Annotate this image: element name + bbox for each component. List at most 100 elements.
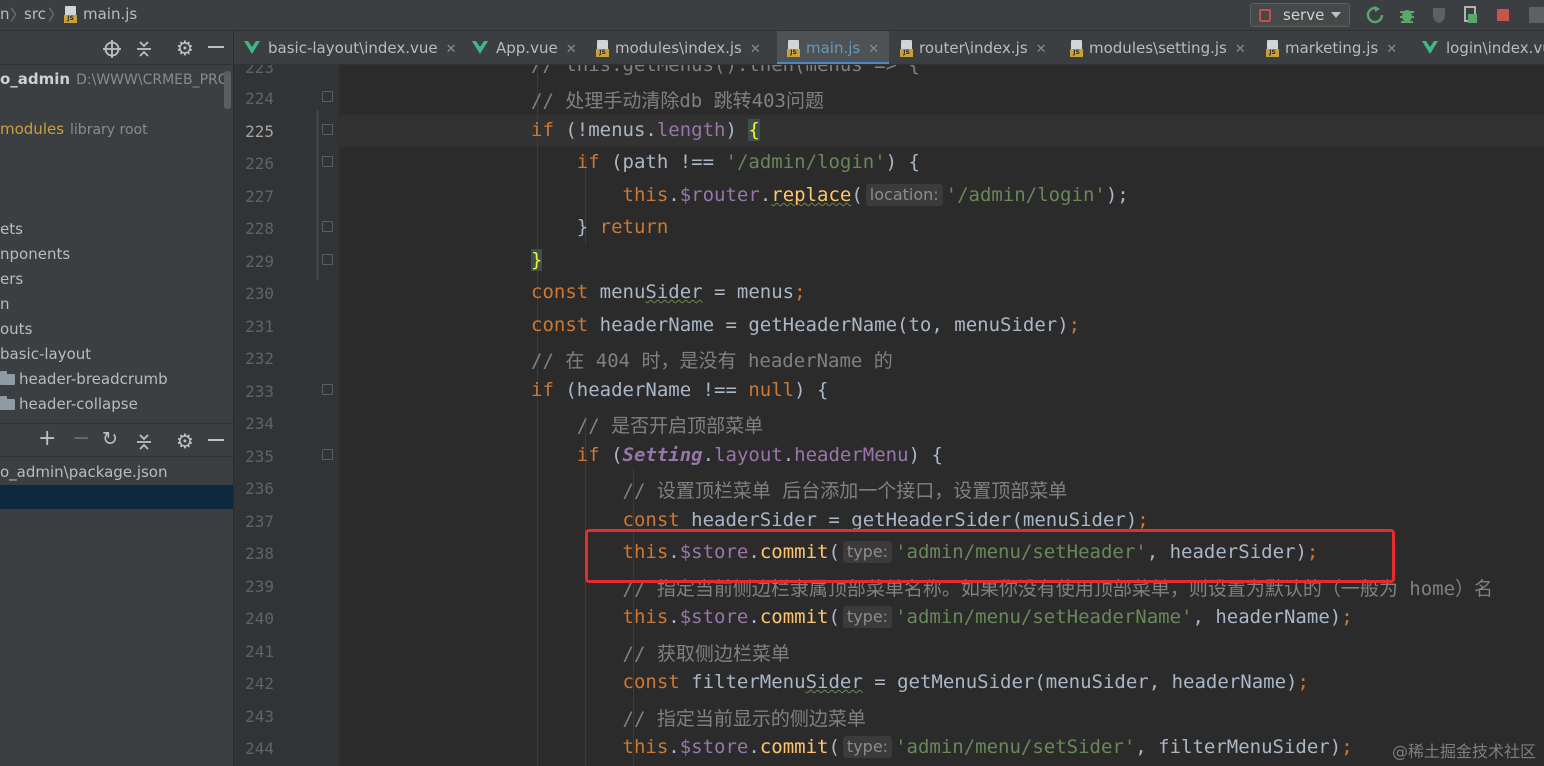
- npm-package-item[interactable]: o_admin\package.json: [0, 463, 168, 481]
- line-number: 242: [245, 674, 274, 693]
- code-line-225: if (!menus.length) {: [531, 119, 760, 141]
- line-number: 239: [245, 577, 274, 596]
- code-comment: // 是否开启顶部菜单: [576, 415, 764, 437]
- selected-row[interactable]: [0, 485, 233, 509]
- tree-item[interactable]: nponents: [0, 245, 70, 263]
- parameter-hint: type:: [842, 606, 893, 628]
- project-scrollbar[interactable]: [224, 71, 231, 109]
- run-config-select[interactable]: serve: [1250, 3, 1350, 27]
- line-number: 233: [245, 382, 274, 401]
- tab-router-index-js[interactable]: JS router\index.js ✕: [890, 31, 1056, 64]
- vue-file-icon: [244, 41, 260, 54]
- line-number: 224: [245, 89, 274, 108]
- code-line-236: // 设置顶栏菜单 后台添加一个接口，设置顶部菜单: [531, 476, 1068, 503]
- code-line-231: const headerName = getHeaderName(to, men…: [531, 314, 1081, 336]
- debug-icon[interactable]: [1398, 6, 1416, 24]
- js-file-icon: JS: [787, 40, 801, 57]
- attach-debugger-icon[interactable]: [1462, 6, 1480, 24]
- code-editor[interactable]: 223 224 225 226 227 228 229 230 231 232 …: [234, 65, 1544, 766]
- breadcrumb-file[interactable]: JS main.js: [64, 5, 137, 23]
- close-icon[interactable]: ✕: [566, 42, 577, 57]
- tab-label: basic-layout\index.vue: [268, 39, 438, 57]
- code-line-232: // 在 404 时，是没有 headerName 的: [531, 346, 893, 373]
- tree-item[interactable]: n: [0, 295, 10, 313]
- remove-icon[interactable]: −: [72, 426, 90, 451]
- fold-marker-icon[interactable]: [322, 221, 333, 232]
- gear-icon[interactable]: ⚙: [176, 36, 194, 60]
- parameter-hint: type:: [842, 736, 893, 758]
- layout-icon[interactable]: [1528, 6, 1544, 24]
- tree-item-basic-layout[interactable]: basic-layout: [0, 345, 91, 363]
- close-icon[interactable]: ✕: [868, 42, 879, 57]
- breadcrumb-src[interactable]: src: [24, 5, 46, 23]
- editor-tabs: basic-layout\index.vue ✕ App.vue ✕ JS modul…: [234, 31, 1544, 65]
- breadcrumb-separator: 〉: [10, 6, 26, 24]
- line-number: 243: [245, 707, 274, 726]
- line-number: 230: [245, 284, 274, 303]
- tab-main-js[interactable]: JS main.js ✕: [777, 31, 889, 64]
- fold-marker-icon[interactable]: [322, 384, 333, 395]
- tab-login-index-vue[interactable]: login\index.vu: [1412, 31, 1544, 64]
- fold-marker-icon[interactable]: [322, 449, 333, 460]
- close-icon[interactable]: ✕: [446, 42, 457, 57]
- code-string: 'admin/menu/setSider': [895, 736, 1136, 758]
- stop-icon[interactable]: [1494, 6, 1512, 24]
- fold-range: [316, 110, 319, 280]
- breadcrumb-root[interactable]: n: [0, 5, 10, 23]
- folder-icon: [0, 396, 15, 410]
- fold-marker-icon[interactable]: [322, 254, 333, 265]
- close-icon[interactable]: ✕: [1386, 42, 1397, 57]
- tab-basic-layout-index-vue[interactable]: basic-layout\index.vue ✕: [234, 31, 462, 64]
- line-number: 232: [245, 349, 274, 368]
- code-line-241: // 获取侧边栏菜单: [531, 639, 790, 666]
- project-path: D:\WWW\CRMEB_PRO: [76, 72, 229, 88]
- tab-modules-setting-js[interactable]: JS modules\setting.js ✕: [1060, 31, 1254, 64]
- navigation-bar: n 〉 src 〉 JS main.js serve: [0, 0, 1544, 31]
- refresh-icon[interactable]: ↻: [102, 428, 118, 450]
- js-file-icon: JS: [900, 40, 914, 57]
- npm-toolbar: + − ↻ ⚙: [0, 423, 233, 457]
- tab-label: router\index.js: [919, 39, 1028, 57]
- gear-icon[interactable]: ⚙: [176, 429, 194, 453]
- fold-marker-icon[interactable]: [322, 124, 333, 135]
- locate-icon[interactable]: [103, 40, 121, 58]
- hide-panel-icon[interactable]: [208, 46, 224, 48]
- tab-modules-index-js[interactable]: JS modules\index.js ✕: [586, 31, 774, 64]
- coverage-icon[interactable]: [1430, 6, 1448, 24]
- line-number: 225: [245, 122, 274, 141]
- hide-panel-icon[interactable]: [208, 439, 224, 441]
- npm-config-icon: [1259, 9, 1271, 22]
- add-icon[interactable]: +: [38, 426, 56, 451]
- breadcrumb-file-label: main.js: [83, 5, 138, 23]
- collapse-all-icon[interactable]: [136, 433, 152, 451]
- code-comment: // 处理手动清除db 跳转403问题: [531, 90, 824, 112]
- tree-item-header-collapse[interactable]: header-collapse: [0, 395, 138, 413]
- tree-item-node-modules[interactable]: modules library root: [0, 120, 148, 138]
- code-line-233: if (headerName !== null) {: [531, 379, 829, 401]
- tab-app-vue[interactable]: App.vue ✕: [462, 31, 584, 64]
- project-root[interactable]: o_admin D:\WWW\CRMEB_PRO: [0, 70, 229, 88]
- collapse-all-icon[interactable]: [136, 40, 152, 58]
- fold-marker-icon[interactable]: [322, 91, 333, 102]
- rerun-icon[interactable]: [1366, 6, 1384, 24]
- line-number: 234: [245, 414, 274, 433]
- tree-item[interactable]: outs: [0, 320, 32, 338]
- code-line-240: this.$store.commit(type:'admin/menu/setH…: [622, 606, 1353, 628]
- fold-marker-icon[interactable]: [322, 156, 333, 167]
- code-line-244: this.$store.commit(type:'admin/menu/setS…: [622, 736, 1353, 758]
- close-icon[interactable]: ✕: [1036, 42, 1047, 57]
- tab-marketing-js[interactable]: JS marketing.js ✕: [1256, 31, 1412, 64]
- tab-label: modules\index.js: [615, 39, 742, 57]
- tree-item-header-breadcrumb[interactable]: header-breadcrumb: [0, 370, 168, 388]
- code-line-227: this.$router.replace(location: '/admin/lo…: [622, 184, 1129, 206]
- tree-item-label: modules: [0, 120, 65, 138]
- watermark: @稀土掘金技术社区: [1391, 742, 1536, 761]
- js-file-icon: JS: [596, 40, 610, 57]
- tree-item[interactable]: ets: [0, 220, 23, 238]
- close-icon[interactable]: ✕: [750, 42, 761, 57]
- code-line-228: } return: [531, 216, 669, 238]
- tree-item[interactable]: ers: [0, 270, 23, 288]
- code-line-234: // 是否开启顶部菜单: [531, 411, 763, 438]
- line-number: 231: [245, 317, 274, 336]
- close-icon[interactable]: ✕: [1235, 42, 1246, 57]
